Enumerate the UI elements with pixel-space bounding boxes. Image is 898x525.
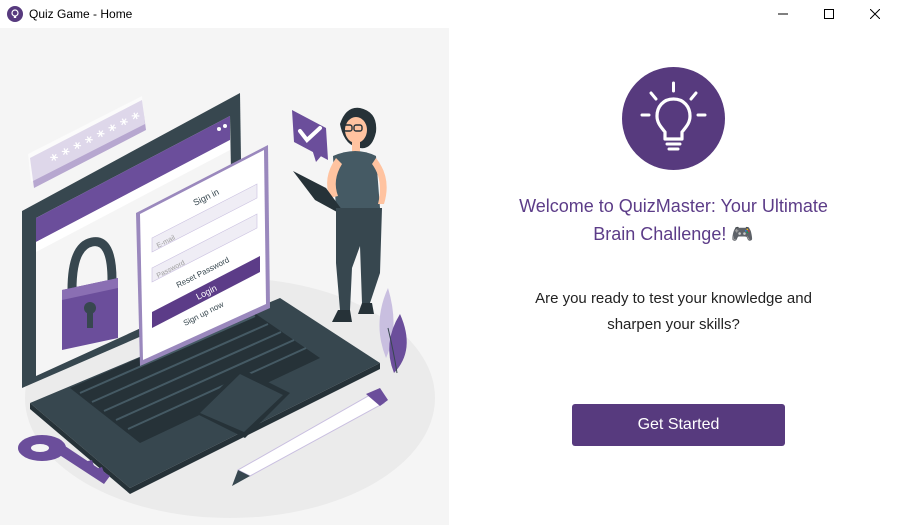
login-illustration: * * * * * * * * Sign in E-mail Password … bbox=[18, 93, 435, 518]
minimize-icon bbox=[778, 13, 788, 15]
welcome-line-2: Brain Challenge! 🎮 bbox=[593, 224, 754, 244]
window-title: Quiz Game - Home bbox=[29, 7, 133, 21]
maximize-icon bbox=[824, 9, 834, 19]
title-bar: Quiz Game - Home bbox=[0, 0, 898, 28]
question-line-2: sharpen your skills? bbox=[607, 316, 740, 333]
lightbulb-icon bbox=[622, 67, 725, 170]
question-line-1: Are you ready to test your knowledge and bbox=[535, 290, 812, 307]
close-icon bbox=[870, 9, 880, 19]
minimize-button[interactable] bbox=[760, 0, 806, 28]
app-icon bbox=[7, 6, 23, 22]
close-button[interactable] bbox=[852, 0, 898, 28]
welcome-panel: Welcome to QuizMaster: Your Ultimate Bra… bbox=[449, 28, 898, 525]
checkmark-icon bbox=[292, 110, 328, 162]
welcome-line-1: Welcome to QuizMaster: Your Ultimate bbox=[519, 196, 828, 216]
get-started-button[interactable]: Get Started bbox=[572, 404, 785, 446]
intro-question: Are you ready to test your knowledge and… bbox=[479, 286, 868, 338]
maximize-button[interactable] bbox=[806, 0, 852, 28]
illustration-panel: * * * * * * * * Sign in E-mail Password … bbox=[0, 28, 449, 525]
welcome-heading: Welcome to QuizMaster: Your Ultimate Bra… bbox=[479, 192, 868, 248]
